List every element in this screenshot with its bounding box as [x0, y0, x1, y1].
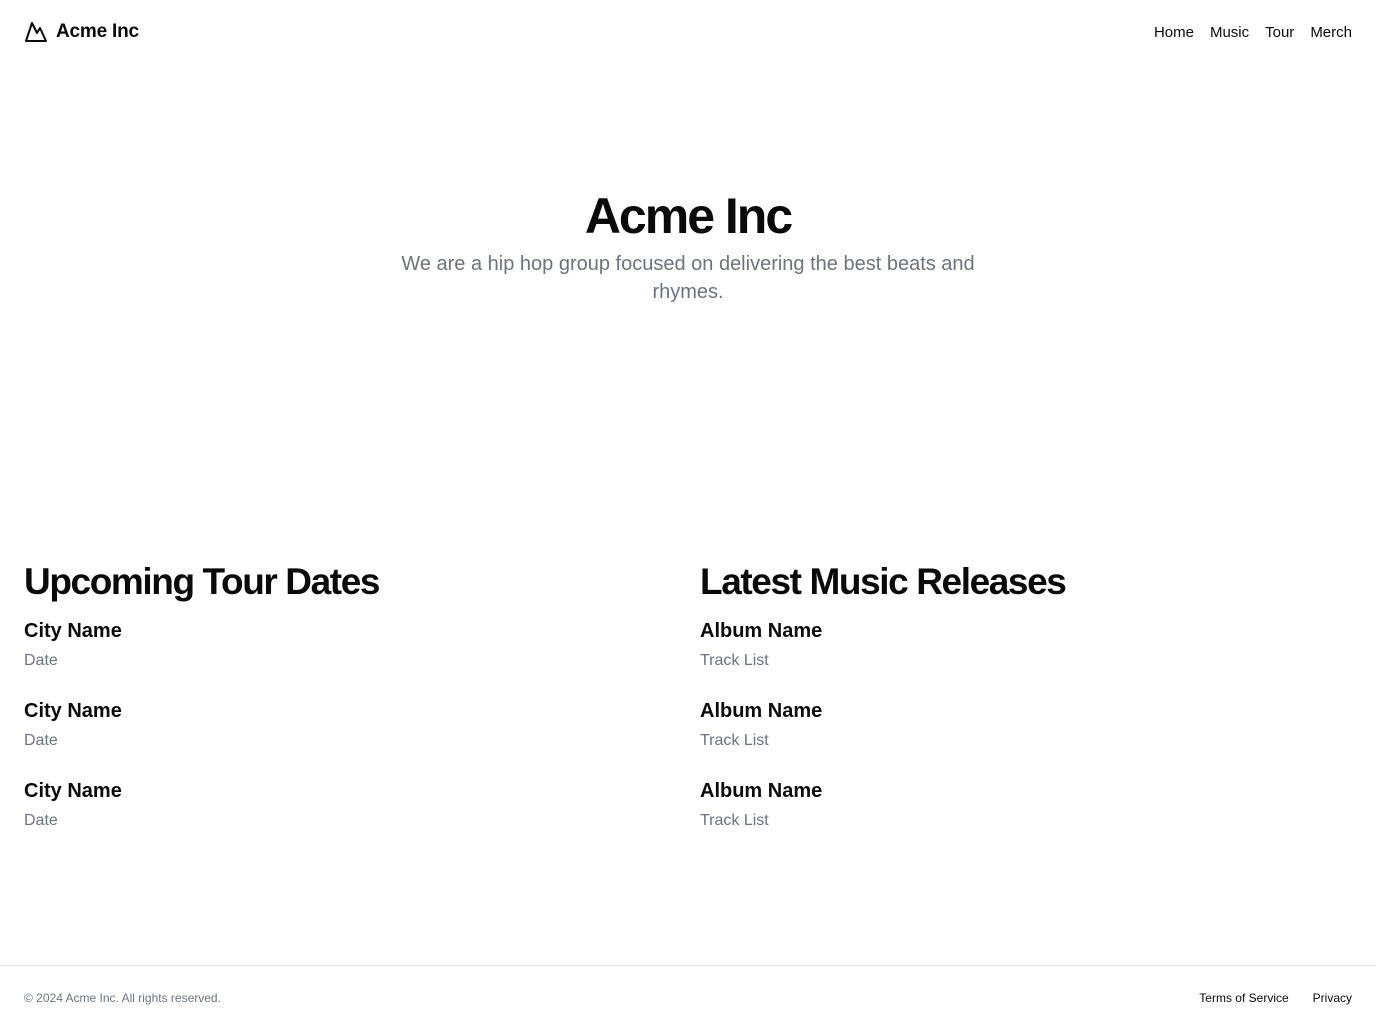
privacy-link[interactable]: Privacy — [1313, 991, 1352, 1005]
tour-item: City Name Date — [24, 696, 676, 776]
hero-title: Acme Inc — [584, 188, 793, 244]
tour-date: Date — [24, 732, 58, 749]
tour-item: City Name Date — [24, 776, 676, 856]
page: Acme Inc Home Music Tour Merch Acme Inc … — [0, 0, 1376, 1030]
music-section-title: Latest Music Releases — [700, 561, 1067, 602]
track-list: Track List — [700, 732, 769, 749]
terms-of-service-link[interactable]: Terms of Service — [1199, 991, 1288, 1005]
brand-link[interactable]: Acme Inc — [24, 20, 139, 44]
album-name: Album Name — [700, 700, 823, 722]
tour-date: Date — [24, 652, 58, 669]
tour-date: Date — [24, 812, 58, 829]
main-nav: Home Music Tour Merch — [1154, 24, 1352, 41]
album-name: Album Name — [700, 780, 823, 802]
music-item: Album Name Track List — [700, 776, 1352, 856]
tour-section-title: Upcoming Tour Dates — [24, 561, 380, 602]
music-section: Latest Music Releases Album Name Track L… — [700, 558, 1352, 856]
nav-link-home[interactable]: Home — [1154, 24, 1194, 41]
music-item: Album Name Track List — [700, 696, 1352, 776]
tour-city-name: City Name — [24, 780, 122, 802]
tour-city-name: City Name — [24, 620, 122, 642]
nav-link-music[interactable]: Music — [1210, 24, 1249, 41]
brand-name: Acme Inc — [56, 21, 139, 42]
album-name: Album Name — [700, 620, 823, 642]
track-list: Track List — [700, 652, 769, 669]
music-item: Album Name Track List — [700, 616, 1352, 696]
hero-subtitle: We are a hip hop group focused on delive… — [401, 253, 975, 303]
copyright-text: © 2024 Acme Inc. All rights reserved. — [24, 991, 221, 1005]
site-footer: © 2024 Acme Inc. All rights reserved. Te… — [0, 965, 1376, 1030]
nav-link-merch[interactable]: Merch — [1310, 24, 1352, 41]
footer-nav: Terms of Service Privacy — [1199, 991, 1352, 1005]
tour-city-name: City Name — [24, 700, 122, 722]
tour-section: Upcoming Tour Dates City Name Date City … — [24, 558, 676, 856]
tour-item: City Name Date — [24, 616, 676, 696]
nav-link-tour[interactable]: Tour — [1265, 24, 1294, 41]
track-list: Track List — [700, 812, 769, 829]
mountain-icon — [24, 20, 48, 44]
site-header: Acme Inc Home Music Tour Merch — [0, 0, 1376, 64]
hero-section: Acme Inc We are a hip hop group focused … — [0, 186, 1376, 306]
